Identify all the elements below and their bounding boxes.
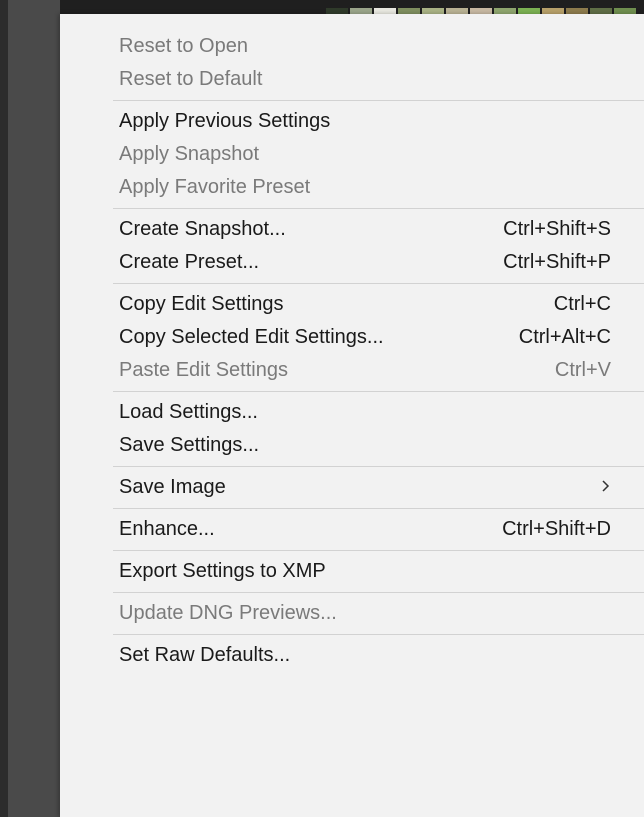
menu-item-label: Set Raw Defaults... [119,644,291,666]
menu-item-apply-favorite-preset[interactable]: Apply Favorite Preset [60,171,644,204]
menu-item-label: Load Settings... [119,401,258,423]
menu-item-label: Apply Snapshot [119,143,260,165]
menu-separator [113,634,644,635]
menu-item-label: Create Snapshot... [119,218,286,240]
menu-item-reset-to-default[interactable]: Reset to Default [60,63,644,96]
menu-item-set-raw-defaults[interactable]: Set Raw Defaults... [60,639,644,672]
menu-separator [113,550,644,551]
menu-separator [113,100,644,101]
menu-item-enhance[interactable]: Enhance... Ctrl+Shift+D [60,513,644,546]
menu-separator [113,283,644,284]
menu-item-label: Copy Edit Settings [119,293,284,315]
menu-item-shortcut: Ctrl+Shift+P [503,251,611,273]
menu-item-copy-edit-settings[interactable]: Copy Edit Settings Ctrl+C [60,288,644,321]
screen: Reset to Open Reset to Default Apply Pre… [0,0,644,817]
menu-separator [113,592,644,593]
menu-item-label: Update DNG Previews... [119,602,337,624]
menu-item-shortcut: Ctrl+Alt+C [518,326,611,348]
menu-item-label: Enhance... [119,518,215,540]
menu-item-label: Save Image [119,476,226,498]
menu-item-apply-snapshot[interactable]: Apply Snapshot [60,138,644,171]
chevron-right-icon [601,477,611,498]
menu-item-create-snapshot[interactable]: Create Snapshot... Ctrl+Shift+S [60,213,644,246]
menu-item-label: Copy Selected Edit Settings... [119,326,384,348]
menu-item-label: Apply Previous Settings [119,110,331,132]
menu-item-shortcut: Ctrl+Shift+S [503,218,611,240]
menu-item-paste-edit-settings[interactable]: Paste Edit Settings Ctrl+V [60,354,644,387]
menu-item-label: Save Settings... [119,434,260,456]
menu-item-label: Apply Favorite Preset [119,176,311,198]
menu-item-update-dng-previews[interactable]: Update DNG Previews... [60,597,644,630]
menu-item-label: Reset to Open [119,35,248,57]
side-panel [8,0,60,817]
menu-item-reset-to-open[interactable]: Reset to Open [60,30,644,63]
menu-item-shortcut: Ctrl+V [554,359,611,381]
menu-item-export-settings-to-xmp[interactable]: Export Settings to XMP [60,555,644,588]
menu-item-create-preset[interactable]: Create Preset... Ctrl+Shift+P [60,246,644,279]
menu-item-shortcut: Ctrl+C [553,293,611,315]
menu-item-save-settings[interactable]: Save Settings... [60,429,644,462]
context-menu: Reset to Open Reset to Default Apply Pre… [60,14,644,817]
menu-separator [113,208,644,209]
menu-item-label: Export Settings to XMP [119,560,326,582]
menu-item-label: Reset to Default [119,68,263,90]
window-edge [0,0,8,817]
menu-item-load-settings[interactable]: Load Settings... [60,396,644,429]
menu-separator [113,391,644,392]
menu-item-label: Create Preset... [119,251,260,273]
menu-item-save-image[interactable]: Save Image [60,471,644,504]
menu-separator [113,508,644,509]
menu-item-shortcut: Ctrl+Shift+D [502,518,611,540]
menu-item-copy-selected-edit-settings[interactable]: Copy Selected Edit Settings... Ctrl+Alt+… [60,321,644,354]
menu-item-label: Paste Edit Settings [119,359,288,381]
menu-item-apply-previous-settings[interactable]: Apply Previous Settings [60,105,644,138]
menu-separator [113,466,644,467]
